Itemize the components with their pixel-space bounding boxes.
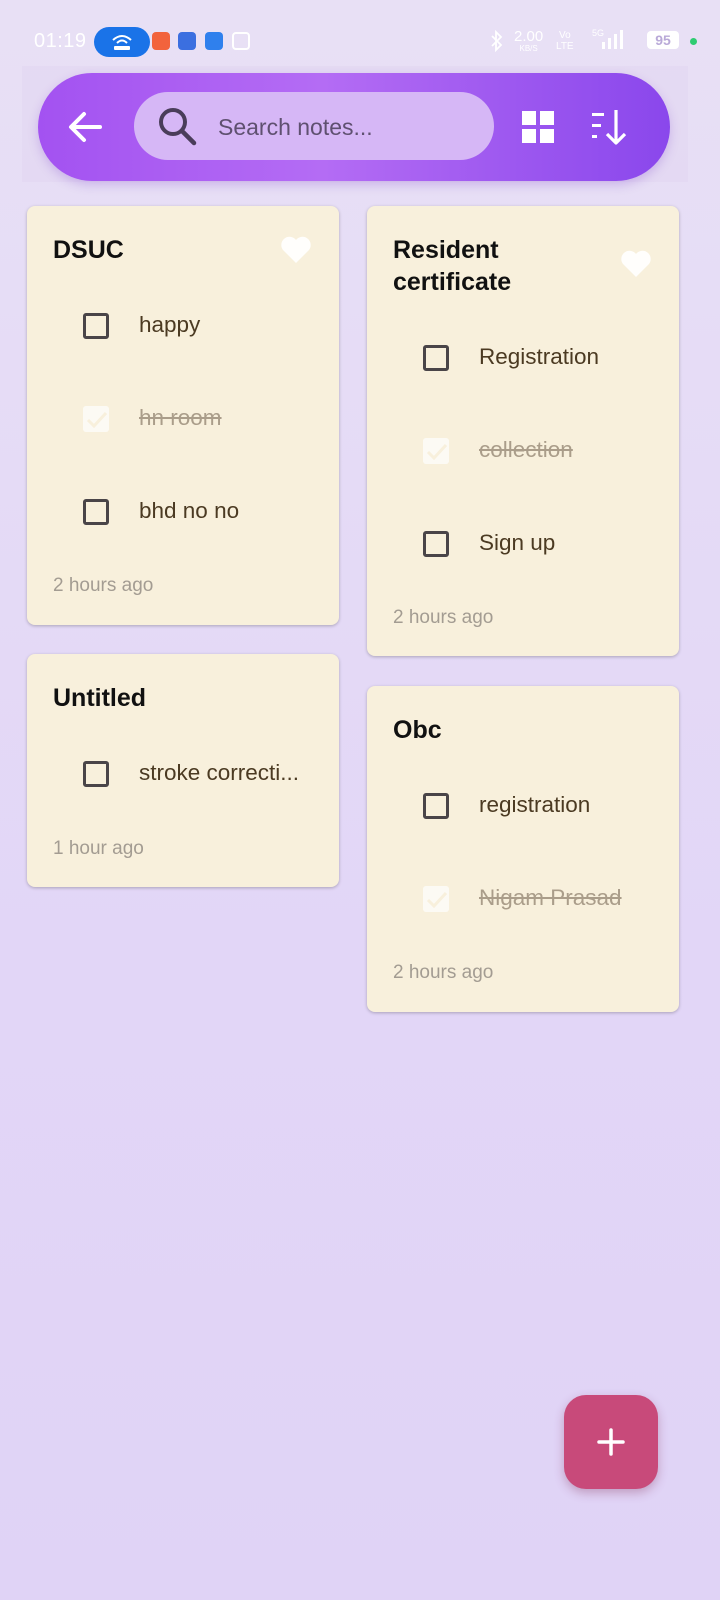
- note-card[interactable]: Untitled stroke correcti... 1 hour ago: [27, 654, 339, 887]
- note-card[interactable]: DSUC happy hn room bhd no no 2 hours ago: [27, 206, 339, 625]
- checklist-item[interactable]: collection: [423, 433, 663, 473]
- sort-icon: [592, 110, 627, 145]
- checkbox-checked[interactable]: [423, 438, 449, 464]
- note-card[interactable]: Obc registration Nigam Prasad 2 hours ag…: [367, 686, 679, 1012]
- signal-icon: [602, 30, 623, 49]
- note-timestamp: 2 hours ago: [53, 575, 154, 596]
- battery-indicator: 95: [647, 31, 679, 49]
- grid-view-button[interactable]: [520, 109, 556, 145]
- checkmark-icon: [86, 411, 108, 429]
- back-button[interactable]: [64, 105, 108, 149]
- volte-bottom-label: LTE: [556, 41, 574, 52]
- search-icon: [159, 108, 197, 146]
- checklist-item[interactable]: happy: [83, 308, 323, 348]
- checklist-item-text: registration: [479, 792, 591, 817]
- hotspot-indicator[interactable]: [94, 27, 150, 57]
- network-speed-unit: KB/S: [519, 44, 538, 53]
- note-timestamp: 1 hour ago: [53, 838, 144, 859]
- android-app-icon: [205, 32, 223, 50]
- privacy-dot: [690, 38, 697, 45]
- checklist-item[interactable]: bhd no no: [83, 494, 323, 534]
- note-title: Untitled: [53, 684, 147, 712]
- hotspot-icon: [112, 35, 132, 50]
- checklist-item-text: collection: [479, 437, 573, 462]
- note-title: Resident certificate: [393, 236, 512, 296]
- add-note-button[interactable]: [564, 1395, 658, 1489]
- checklist-item-text: happy: [139, 312, 201, 337]
- checkbox-checked[interactable]: [83, 406, 109, 432]
- note-title: Obc: [393, 716, 442, 744]
- top-app-bar: [38, 73, 670, 181]
- status-time: 01:19: [34, 30, 87, 52]
- checklist-item[interactable]: registration: [423, 788, 663, 828]
- checkbox[interactable]: [423, 531, 449, 557]
- network-speed: 2.00 KB/S: [514, 28, 544, 53]
- volte-top-label: Vo: [558, 30, 571, 41]
- checklist-item-text: bhd no no: [139, 498, 240, 523]
- sort-button[interactable]: [590, 107, 630, 147]
- checklist-item-text: Nigam Prasad: [479, 885, 622, 910]
- checkbox[interactable]: [83, 761, 109, 787]
- grid-view-icon: [522, 111, 554, 143]
- checklist-item[interactable]: stroke correcti...: [83, 756, 323, 796]
- checklist-item[interactable]: Registration: [423, 340, 663, 380]
- note-timestamp: 2 hours ago: [393, 962, 494, 983]
- checkmark-icon: [426, 891, 448, 909]
- heart-icon[interactable]: [280, 235, 312, 265]
- checkmark-icon: [426, 443, 448, 461]
- checklist-item-text: hn room: [139, 405, 222, 430]
- checklist-item[interactable]: Nigam Prasad: [423, 881, 663, 921]
- checklist-item-text: Registration: [479, 344, 600, 369]
- note-card[interactable]: Resident certificate Registration collec…: [367, 206, 679, 656]
- plus-icon: [597, 1428, 625, 1456]
- note-timestamp: 2 hours ago: [393, 607, 494, 628]
- bluetooth-icon: [491, 30, 503, 52]
- checkbox[interactable]: [83, 313, 109, 339]
- checkbox[interactable]: [423, 793, 449, 819]
- game-app-icon: [152, 32, 170, 50]
- checklist-item[interactable]: Sign up: [423, 526, 663, 566]
- star-app-icon: [178, 32, 196, 50]
- checklist-item-text: stroke correcti...: [139, 760, 300, 785]
- checklist-item-text: Sign up: [479, 530, 556, 555]
- checklist-item[interactable]: hn room: [83, 401, 323, 441]
- checkbox[interactable]: [423, 345, 449, 371]
- volte-indicator: Vo LTE: [556, 30, 574, 52]
- heart-icon[interactable]: [620, 249, 652, 279]
- note-title: DSUC: [53, 236, 124, 264]
- checkbox-checked[interactable]: [423, 886, 449, 912]
- search-bar[interactable]: [134, 92, 494, 160]
- checkbox[interactable]: [83, 499, 109, 525]
- network-speed-value: 2.00: [514, 28, 544, 45]
- arrow-left-icon: [69, 112, 102, 142]
- calendar-app-icon: [232, 32, 250, 50]
- search-input[interactable]: [216, 108, 480, 146]
